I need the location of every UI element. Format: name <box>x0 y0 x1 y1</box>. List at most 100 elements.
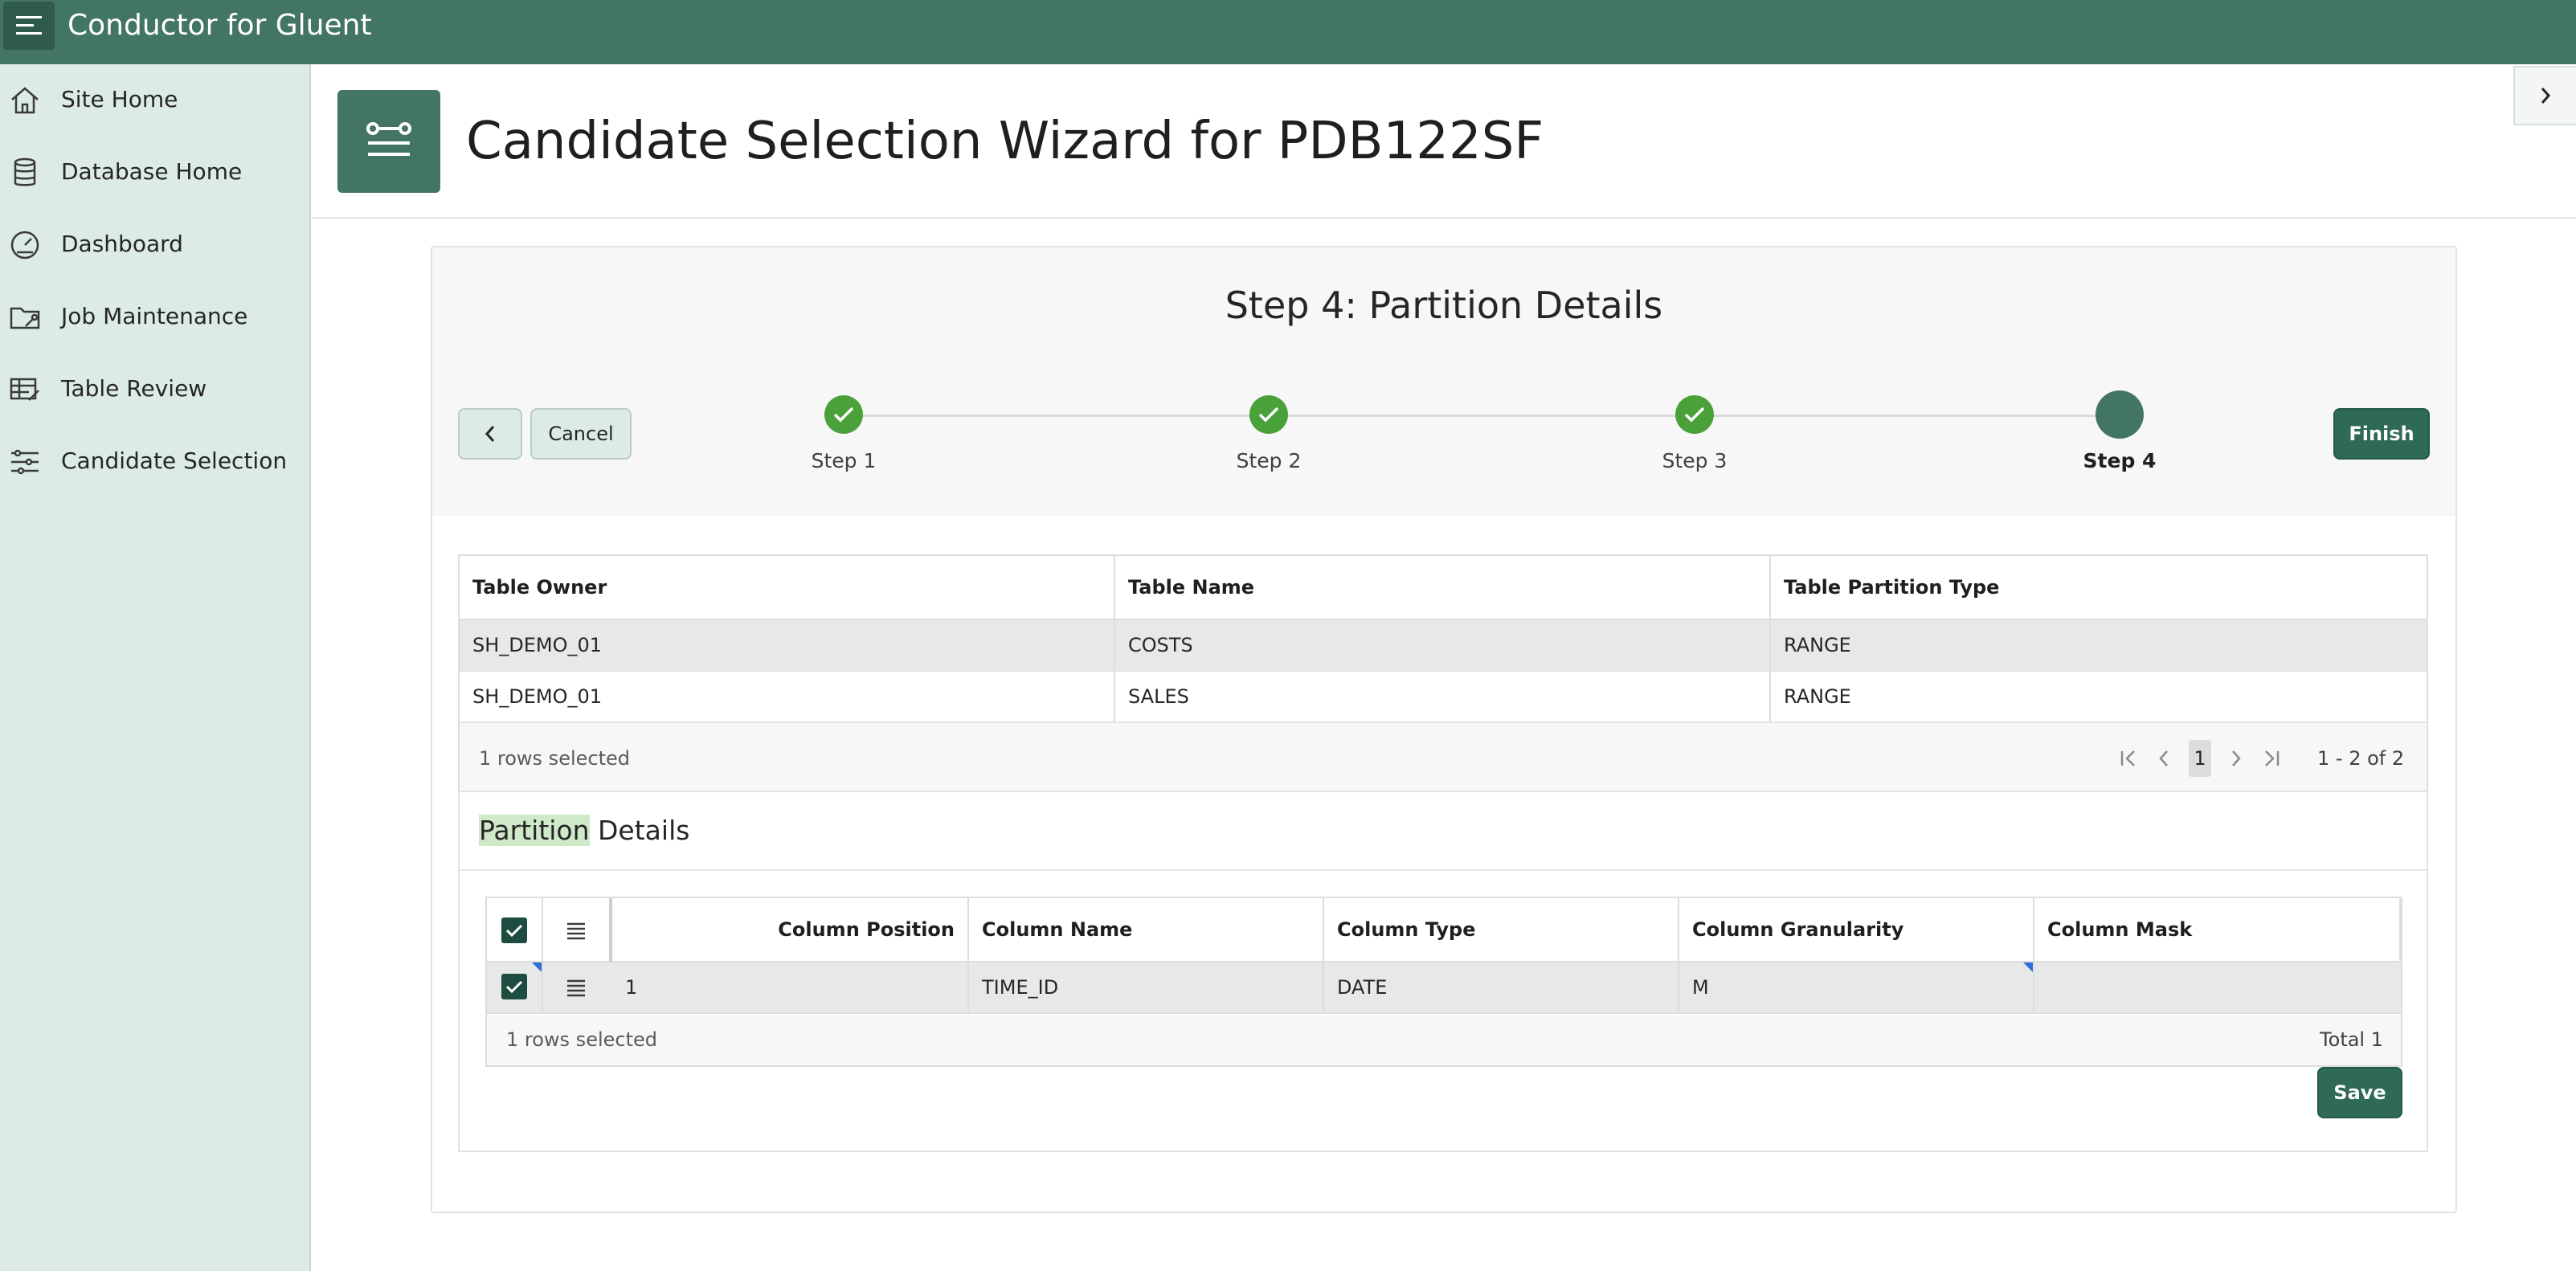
home-icon <box>11 87 39 114</box>
step-1-label: Step 1 <box>811 449 877 472</box>
previous-page-button[interactable] <box>2147 741 2182 776</box>
sidebar-item-candidate-selection[interactable]: Candidate Selection <box>0 429 309 493</box>
grid-header-row: Table Owner Table Name Table Partition T… <box>460 556 2427 620</box>
first-page-button[interactable] <box>2112 741 2147 776</box>
check-icon <box>833 407 854 423</box>
selection-status: 1 rows selected <box>506 1028 657 1051</box>
sidebar-item-table-review[interactable]: Table Review <box>0 357 309 421</box>
table-edit-icon <box>10 378 39 401</box>
sidebar-item-site-home[interactable]: Site Home <box>0 67 309 132</box>
save-button[interactable]: Save <box>2317 1067 2402 1118</box>
table-row[interactable]: 1 TIME_ID DATE M <box>487 962 2401 1014</box>
cell-table-partition-type: RANGE <box>1784 634 1851 656</box>
column-header-table-owner[interactable]: Table Owner <box>460 556 1115 619</box>
pagination: 1 <box>2112 739 2288 778</box>
menu-icon <box>16 16 42 35</box>
step-3-label: Step 3 <box>1662 449 1728 472</box>
app-title: Conductor for Gluent <box>67 9 372 42</box>
tables-grid: Table Owner Table Name Table Partition T… <box>458 554 2428 795</box>
cell-column-mask[interactable] <box>2034 962 2401 1012</box>
sidebar-item-label: Database Home <box>61 158 243 185</box>
changed-cell-marker <box>2023 962 2033 972</box>
table-row[interactable]: SH_DEMO_01 SALES RANGE <box>460 672 2427 723</box>
region-title: Partition Details <box>479 815 689 847</box>
page-header: Candidate Selection Wizard for PDB122SF <box>312 64 2576 219</box>
chevron-right-icon <box>2232 750 2241 766</box>
selection-status: 1 rows selected <box>479 747 630 770</box>
last-page-button[interactable] <box>2253 741 2288 776</box>
cell-column-granularity[interactable]: M <box>1679 962 2034 1012</box>
first-page-icon <box>2120 750 2135 766</box>
row-select-checkbox[interactable] <box>501 974 527 999</box>
sliders-icon <box>11 449 39 475</box>
column-header-table-name[interactable]: Table Name <box>1115 556 1771 619</box>
sidebar-nav: Site Home Database Home Dashboard Job Ma… <box>0 64 311 1271</box>
step-3-marker <box>1675 395 1714 434</box>
cell-table-owner: SH_DEMO_01 <box>460 672 1115 721</box>
region-header: Partition Details <box>460 792 2427 871</box>
total-count: Total 1 <box>2320 1028 2383 1051</box>
chevron-right-icon <box>2541 88 2551 104</box>
previous-button[interactable] <box>458 408 522 460</box>
column-header-column-type[interactable]: Column Type <box>1324 898 1679 961</box>
row-actions-icon[interactable] <box>564 921 588 942</box>
step-4-label: Step 4 <box>2083 449 2157 472</box>
sidebar-item-database-home[interactable]: Database Home <box>0 140 309 204</box>
cell-column-name[interactable]: TIME_ID <box>969 962 1324 1012</box>
chevron-left-icon <box>2159 750 2168 766</box>
cell-table-owner: SH_DEMO_01 <box>460 620 1115 670</box>
sidebar-item-label: Dashboard <box>61 231 183 257</box>
right-panel-toggle[interactable] <box>2513 66 2576 125</box>
cell-table-name: SALES <box>1115 672 1771 721</box>
sidebar-item-job-maintenance[interactable]: Job Maintenance <box>0 284 309 349</box>
next-page-button[interactable] <box>2218 741 2253 776</box>
chevron-left-icon <box>485 426 495 442</box>
sidebar-item-label: Table Review <box>61 375 207 402</box>
column-header-column-name[interactable]: Column Name <box>969 898 1324 961</box>
wizard-icon <box>337 90 440 193</box>
cell-column-position[interactable]: 1 <box>612 962 969 1012</box>
sidebar-item-label: Site Home <box>61 86 178 112</box>
grid-header-row: Column Position Column Name Column Type … <box>487 898 2401 962</box>
pagination-range: 1 - 2 of 2 <box>2317 747 2405 770</box>
wizard-progress-line <box>844 415 2104 417</box>
select-all-checkbox[interactable] <box>501 917 527 943</box>
partition-details-region: Partition Details Column Position Column… <box>458 791 2428 1152</box>
last-page-icon <box>2265 750 2280 766</box>
step-2-marker <box>1249 395 1288 434</box>
folder-wrench-icon <box>10 307 40 329</box>
column-header-column-granularity[interactable]: Column Granularity <box>1679 898 2034 961</box>
step-4-marker <box>2096 390 2144 439</box>
hamburger-menu-button[interactable] <box>3 2 55 50</box>
page-title: Candidate Selection Wizard for PDB122SF <box>466 112 1544 171</box>
cancel-button[interactable]: Cancel <box>530 408 632 460</box>
changed-cell-marker <box>532 962 542 972</box>
column-header-table-partition-type[interactable]: Table Partition Type <box>1771 556 2427 619</box>
check-icon <box>1258 407 1279 423</box>
cell-table-name: COSTS <box>1115 620 1771 670</box>
partition-columns-grid: Column Position Column Name Column Type … <box>485 897 2402 1067</box>
cell-column-type[interactable]: DATE <box>1324 962 1679 1012</box>
step-title: Step 4: Partition Details <box>1225 284 1663 327</box>
column-header-column-position[interactable]: Column Position <box>612 898 969 961</box>
grid-footer: 1 rows selected 1 1 - 2 of 2 <box>460 723 2427 794</box>
row-actions-icon[interactable] <box>564 978 588 999</box>
wizard-header: Step 4: Partition Details Cancel Step 1 … <box>432 247 2455 516</box>
check-icon <box>1684 407 1705 423</box>
sidebar-item-dashboard[interactable]: Dashboard <box>0 212 309 276</box>
wizard-region: Step 4: Partition Details Cancel Step 1 … <box>431 246 2457 1213</box>
gauge-icon <box>10 231 39 260</box>
current-page: 1 <box>2189 740 2211 777</box>
region-title-highlight: Partition <box>479 815 590 846</box>
check-icon <box>505 924 523 938</box>
top-bar: Conductor for Gluent <box>0 0 2576 64</box>
database-icon <box>14 157 36 186</box>
table-row[interactable]: SH_DEMO_01 COSTS RANGE <box>460 620 2427 672</box>
sidebar-item-label: Candidate Selection <box>61 448 288 474</box>
cell-table-partition-type: RANGE <box>1784 685 1851 708</box>
region-title-rest: Details <box>589 815 690 846</box>
finish-button[interactable]: Finish <box>2333 408 2430 460</box>
grid-footer: 1 rows selected Total 1 <box>487 1016 2401 1065</box>
sidebar-item-label: Job Maintenance <box>61 303 248 329</box>
column-header-column-mask[interactable]: Column Mask <box>2034 898 2401 961</box>
